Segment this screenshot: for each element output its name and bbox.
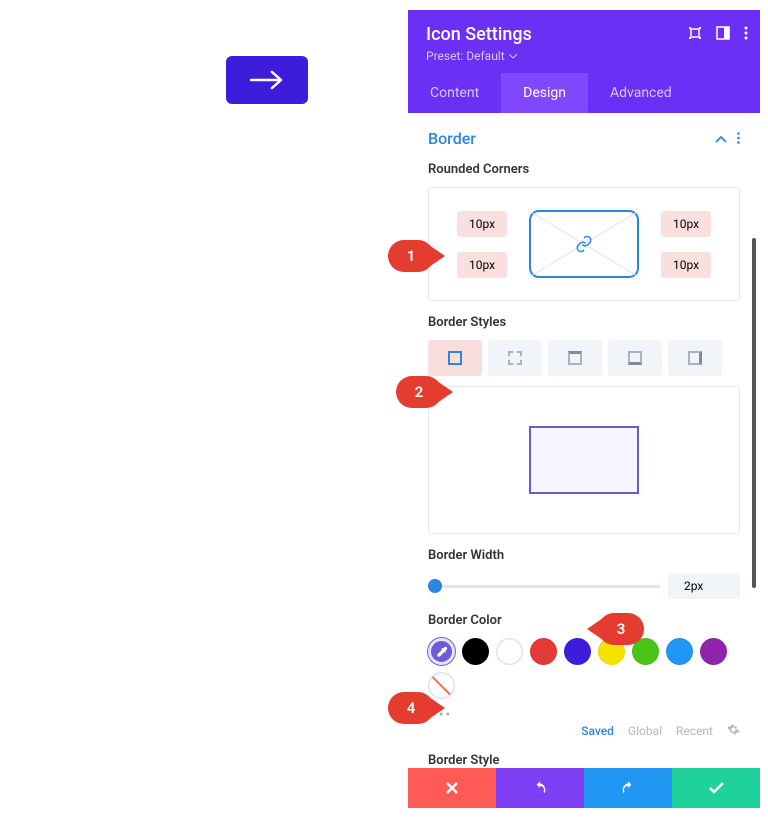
undo-icon xyxy=(532,780,548,796)
corner-preview[interactable] xyxy=(529,210,639,278)
bottom-action-bar xyxy=(408,768,760,808)
redo-button[interactable] xyxy=(584,768,672,808)
swatch-cyan[interactable] xyxy=(666,638,693,665)
label-rounded-corners: Rounded Corners xyxy=(428,162,740,177)
label-border-color: Border Color xyxy=(428,613,740,628)
border-width-value[interactable]: 2px xyxy=(668,573,740,599)
save-button[interactable] xyxy=(672,768,760,808)
more-icon[interactable] xyxy=(744,26,748,40)
corner-input-br[interactable]: 10px xyxy=(661,252,711,278)
border-style-bottom[interactable] xyxy=(608,340,662,376)
undo-button[interactable] xyxy=(496,768,584,808)
border-style-dashed[interactable] xyxy=(488,340,542,376)
annotation-1: 1 xyxy=(388,240,434,272)
border-style-right[interactable] xyxy=(668,340,722,376)
dock-icon[interactable] xyxy=(716,26,730,40)
color-picker-swatch[interactable] xyxy=(428,638,455,665)
canvas-icon-preview[interactable] xyxy=(226,56,308,104)
border-preview-inner xyxy=(529,426,639,494)
tab-design[interactable]: Design xyxy=(501,73,588,113)
corner-input-bl[interactable]: 10px xyxy=(457,252,507,278)
label-border-width: Border Width xyxy=(428,548,740,563)
rounded-corners-control: 10px 10px 10px 10px xyxy=(428,187,740,301)
preset-label: Preset: Default xyxy=(426,49,505,63)
tabs: Content Design Advanced xyxy=(408,73,760,113)
link-icon xyxy=(575,235,593,253)
label-border-styles: Border Styles xyxy=(428,315,740,330)
tab-content[interactable]: Content xyxy=(408,73,501,113)
annotation-2: 2 xyxy=(396,376,442,408)
collapse-icon[interactable] xyxy=(715,129,727,148)
check-icon xyxy=(709,782,724,794)
border-style-top[interactable] xyxy=(548,340,602,376)
label-border-style: Border Style xyxy=(428,753,740,768)
corner-preview-diagonals xyxy=(531,212,637,276)
slider-thumb[interactable] xyxy=(428,579,442,593)
gear-icon[interactable] xyxy=(727,723,740,739)
swatch-more-icon[interactable]: ••• xyxy=(432,707,740,723)
swatch-black[interactable] xyxy=(462,638,489,665)
slider-track xyxy=(428,585,660,588)
border-preview xyxy=(428,386,740,534)
swatch-red[interactable] xyxy=(530,638,557,665)
border-style-selector xyxy=(428,340,740,376)
filter-saved[interactable]: Saved xyxy=(581,724,614,738)
corner-input-tl[interactable]: 10px xyxy=(457,211,507,237)
swatch-white[interactable] xyxy=(496,638,523,665)
annotation-4: 4 xyxy=(388,692,434,724)
close-icon xyxy=(446,782,458,794)
color-preset-filters: Saved Global Recent xyxy=(428,723,740,739)
settings-panel: Icon Settings Preset: Default Content De… xyxy=(408,10,760,808)
arrow-right-icon xyxy=(250,70,284,90)
corner-input-tr[interactable]: 10px xyxy=(661,211,711,237)
eyedropper-icon xyxy=(435,645,449,659)
color-swatches xyxy=(428,638,740,699)
expand-icon[interactable] xyxy=(688,26,702,40)
panel-body: Border Rounded Corners 10px 10px 10px 10… xyxy=(408,113,760,768)
panel-header: Icon Settings Preset: Default xyxy=(408,10,760,73)
redo-icon xyxy=(620,780,636,796)
border-width-slider[interactable] xyxy=(428,579,660,593)
filter-recent[interactable]: Recent xyxy=(676,724,713,738)
annotation-3: 3 xyxy=(598,613,644,645)
section-more-icon[interactable] xyxy=(737,129,740,148)
cancel-button[interactable] xyxy=(408,768,496,808)
filter-global[interactable]: Global xyxy=(628,724,662,738)
scrollbar[interactable] xyxy=(752,238,756,588)
tab-advanced[interactable]: Advanced xyxy=(588,73,694,113)
section-title-border[interactable]: Border xyxy=(428,129,476,148)
preset-dropdown[interactable]: Preset: Default xyxy=(426,49,742,63)
chevron-down-icon xyxy=(509,54,517,59)
swatch-blue[interactable] xyxy=(564,638,591,665)
border-style-all[interactable] xyxy=(428,340,482,376)
swatch-none[interactable] xyxy=(428,672,455,699)
swatch-purple[interactable] xyxy=(700,638,727,665)
